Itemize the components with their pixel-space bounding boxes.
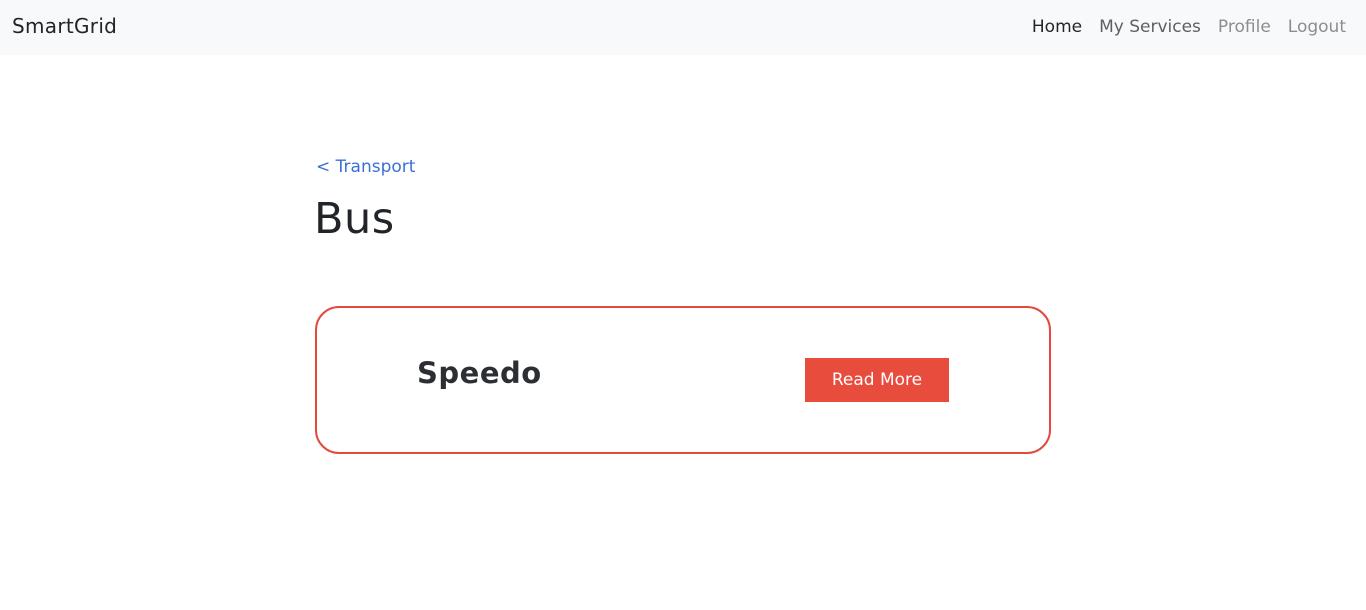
nav-link-home[interactable]: Home [1032,17,1082,37]
nav-link-logout[interactable]: Logout [1288,17,1346,37]
nav-links: Home My Services Profile Logout [1032,17,1346,37]
read-more-button[interactable]: Read More [805,358,949,402]
service-card: Speedo Read More [315,306,1051,454]
nav-link-profile[interactable]: Profile [1218,17,1271,37]
nav-link-my-services[interactable]: My Services [1099,17,1201,37]
service-card-title: Speedo [417,356,542,390]
brand-logo-link[interactable]: SmartGrid [12,14,117,38]
top-navbar: SmartGrid Home My Services Profile Logou… [0,0,1366,55]
page-title: Bus [314,194,395,244]
back-to-transport-link[interactable]: < Transport [316,157,415,177]
